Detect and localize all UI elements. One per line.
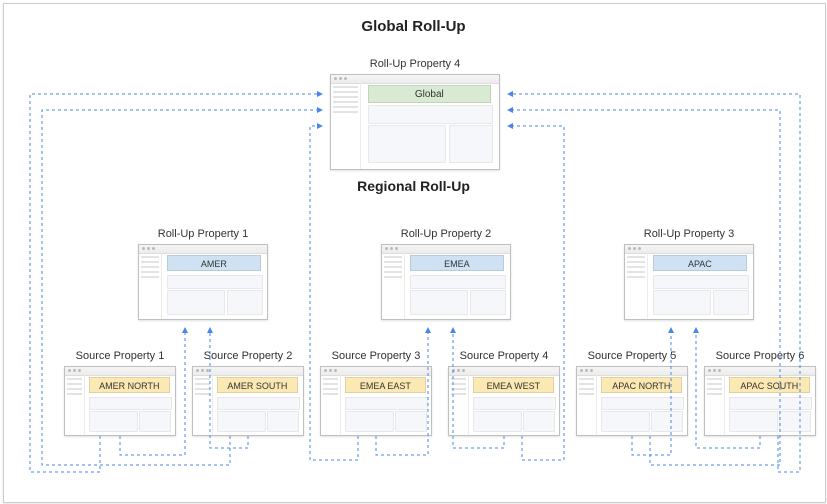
node-sp1: AMER NORTH: [64, 366, 176, 436]
label-sp5: Source Property 5: [572, 350, 692, 362]
banner-apac-north: APAC NORTH: [601, 377, 681, 393]
label-sp1: Source Property 1: [60, 350, 180, 362]
title-global: Global Roll-Up: [0, 18, 827, 35]
label-rp1: Roll-Up Property 1: [128, 228, 278, 240]
node-sp4: EMEA WEST: [448, 366, 560, 436]
label-rp4: Roll-Up Property 4: [320, 58, 510, 70]
label-rp3: Roll-Up Property 3: [614, 228, 764, 240]
banner-amer-south: AMER SOUTH: [217, 377, 297, 393]
banner-emea: EMEA: [410, 255, 503, 271]
label-sp6: Source Property 6: [700, 350, 820, 362]
banner-emea-east: EMEA EAST: [345, 377, 425, 393]
label-sp3: Source Property 3: [316, 350, 436, 362]
node-rp1: AMER: [138, 244, 268, 320]
banner-global: Global: [368, 85, 491, 103]
banner-amer: AMER: [167, 255, 260, 271]
banner-apac-south: APAC SOUTH: [729, 377, 809, 393]
node-sp5: APAC NORTH: [576, 366, 688, 436]
node-rp3: APAC: [624, 244, 754, 320]
node-rp2: EMEA: [381, 244, 511, 320]
banner-emea-west: EMEA WEST: [473, 377, 553, 393]
node-sp3: EMEA EAST: [320, 366, 432, 436]
node-sp2: AMER SOUTH: [192, 366, 304, 436]
label-sp2: Source Property 2: [188, 350, 308, 362]
banner-apac: APAC: [653, 255, 746, 271]
label-sp4: Source Property 4: [444, 350, 564, 362]
title-regional: Regional Roll-Up: [0, 178, 827, 194]
banner-amer-north: AMER NORTH: [89, 377, 169, 393]
node-rp4: Global: [330, 74, 500, 170]
label-rp2: Roll-Up Property 2: [371, 228, 521, 240]
node-sp6: APAC SOUTH: [704, 366, 816, 436]
